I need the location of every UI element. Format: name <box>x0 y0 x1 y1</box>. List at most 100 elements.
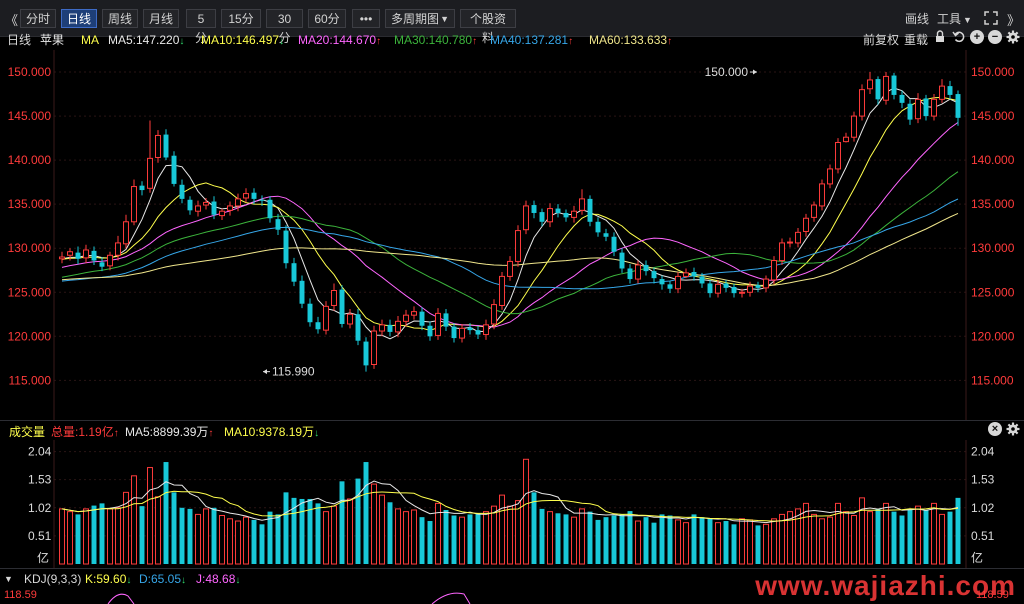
volume-ma5-label: MA5:8899.39万 <box>125 425 209 439</box>
tools-button[interactable]: 工具 ▼ <box>937 10 972 27</box>
ma-legend-label: MA5:147.220 <box>108 33 180 47</box>
volume-bar <box>227 518 233 565</box>
volume-bar <box>947 511 953 564</box>
volume-bar <box>931 502 937 565</box>
candle <box>547 203 553 228</box>
candle-body <box>275 219 281 230</box>
candle-body <box>539 212 545 222</box>
candle-body <box>187 199 193 211</box>
volume-bar <box>539 508 545 564</box>
volume-bar <box>675 519 681 565</box>
price-tick-label-left: 120.000 <box>8 329 52 343</box>
candle <box>867 72 873 95</box>
candle-body <box>859 89 865 117</box>
candle <box>363 337 369 372</box>
candle-body <box>67 251 73 256</box>
settings-icon[interactable] <box>1006 422 1020 436</box>
candle-body <box>115 242 121 256</box>
candle <box>443 309 449 332</box>
candle-body <box>259 199 265 201</box>
kdj-title: KDJ(9,3,3) <box>24 572 82 586</box>
candle <box>843 132 849 143</box>
period-tab[interactable]: 30分 <box>266 9 303 45</box>
volume-bar <box>691 514 697 564</box>
volume-tick-label-left: 1.02 <box>28 501 52 515</box>
price-chart[interactable]: 150.000 150.000 145.000 145.000 140.000 140.0… <box>0 50 1024 420</box>
candle-body <box>387 324 393 332</box>
volume-bar <box>171 492 177 564</box>
volume-bar <box>907 508 913 564</box>
candle-body <box>507 260 513 277</box>
volume-bar <box>595 519 601 564</box>
ma20-line <box>61 121 959 328</box>
candle-body <box>179 184 185 199</box>
volume-bar <box>203 508 209 565</box>
stock-name: 苹果 <box>40 33 65 47</box>
candle <box>651 267 657 284</box>
ma-legend-label: MA60:133.633 <box>589 33 668 47</box>
period-tab[interactable]: 周线 <box>102 9 138 28</box>
multi-period-dropdown[interactable]: 多周期图 ▼ <box>385 9 455 28</box>
forward-icon[interactable]: 》 <box>1007 10 1020 29</box>
volume-bar <box>635 520 641 565</box>
candle <box>795 227 801 248</box>
period-tab[interactable]: 月线 <box>143 9 179 28</box>
add-icon[interactable]: + <box>970 30 984 44</box>
candle-body <box>211 201 217 215</box>
volume-bar <box>827 516 833 565</box>
price-tick-label-left: 125.000 <box>8 285 52 299</box>
arrow-down-icon: ↓ <box>235 575 241 586</box>
settings-icon[interactable] <box>1006 30 1020 44</box>
minus-icon[interactable]: − <box>988 30 1002 44</box>
volume-bar <box>91 505 97 564</box>
volume-total-label: 总量:1.19亿 <box>51 425 114 439</box>
volume-bar <box>899 515 905 564</box>
volume-bar <box>251 519 257 564</box>
volume-bar <box>523 458 529 565</box>
collapse-icon[interactable]: ▼ <box>4 569 13 589</box>
volume-chart[interactable]: 2.04 2.04 1.53 1.53 1.02 1.02 0.51 0.51 亿 亿 <box>0 440 1024 568</box>
price-tick-label-right: 145.000 <box>971 109 1015 123</box>
candle <box>811 201 817 222</box>
candle <box>707 279 713 298</box>
candle-body <box>587 198 593 222</box>
candle <box>899 90 905 109</box>
ma-lines <box>61 87 959 340</box>
period-tab[interactable]: 日线 <box>61 9 97 28</box>
more-button[interactable]: ••• <box>352 9 380 28</box>
volume-unit-label-left: 亿 <box>37 550 49 565</box>
candle-body <box>163 134 169 158</box>
arrow-down-icon: ↓ <box>279 36 285 47</box>
candle <box>787 237 793 248</box>
reset-button[interactable]: 重载 <box>904 30 928 50</box>
candle-body <box>363 341 369 366</box>
volume-bar <box>483 511 489 565</box>
stock-info-button[interactable]: 个股资料 <box>460 9 516 45</box>
candle-body <box>939 85 945 100</box>
back-icon[interactable]: 《 <box>5 10 18 29</box>
candle-body <box>771 260 777 281</box>
period-tab[interactable]: 分时 <box>20 9 56 28</box>
period-tab[interactable]: 15分 <box>221 9 261 28</box>
price-annotations: 150.000 115.990 <box>263 65 757 379</box>
candle-body <box>723 283 729 288</box>
volume-bar <box>451 515 457 564</box>
volume-bar <box>763 523 769 565</box>
arrow-up-icon: ↑ <box>667 36 673 47</box>
volume-bar <box>219 515 225 565</box>
volume-bar <box>83 508 89 565</box>
volume-bar <box>859 497 865 565</box>
candle-body <box>403 314 409 322</box>
draw-line-button[interactable]: 画线 <box>905 10 929 27</box>
candle-body <box>243 193 249 199</box>
close-icon[interactable]: × <box>988 422 1002 436</box>
lock-icon[interactable] <box>933 30 947 44</box>
candle-body <box>267 199 273 219</box>
candle-body <box>675 275 681 290</box>
period-tab[interactable]: 60分 <box>308 9 346 28</box>
divider <box>0 420 1024 421</box>
fullscreen-icon[interactable] <box>984 11 998 25</box>
undo-icon[interactable] <box>951 30 965 44</box>
period-tab[interactable]: 5分 <box>186 9 216 45</box>
adjust-button[interactable]: 前复权 <box>863 30 899 50</box>
